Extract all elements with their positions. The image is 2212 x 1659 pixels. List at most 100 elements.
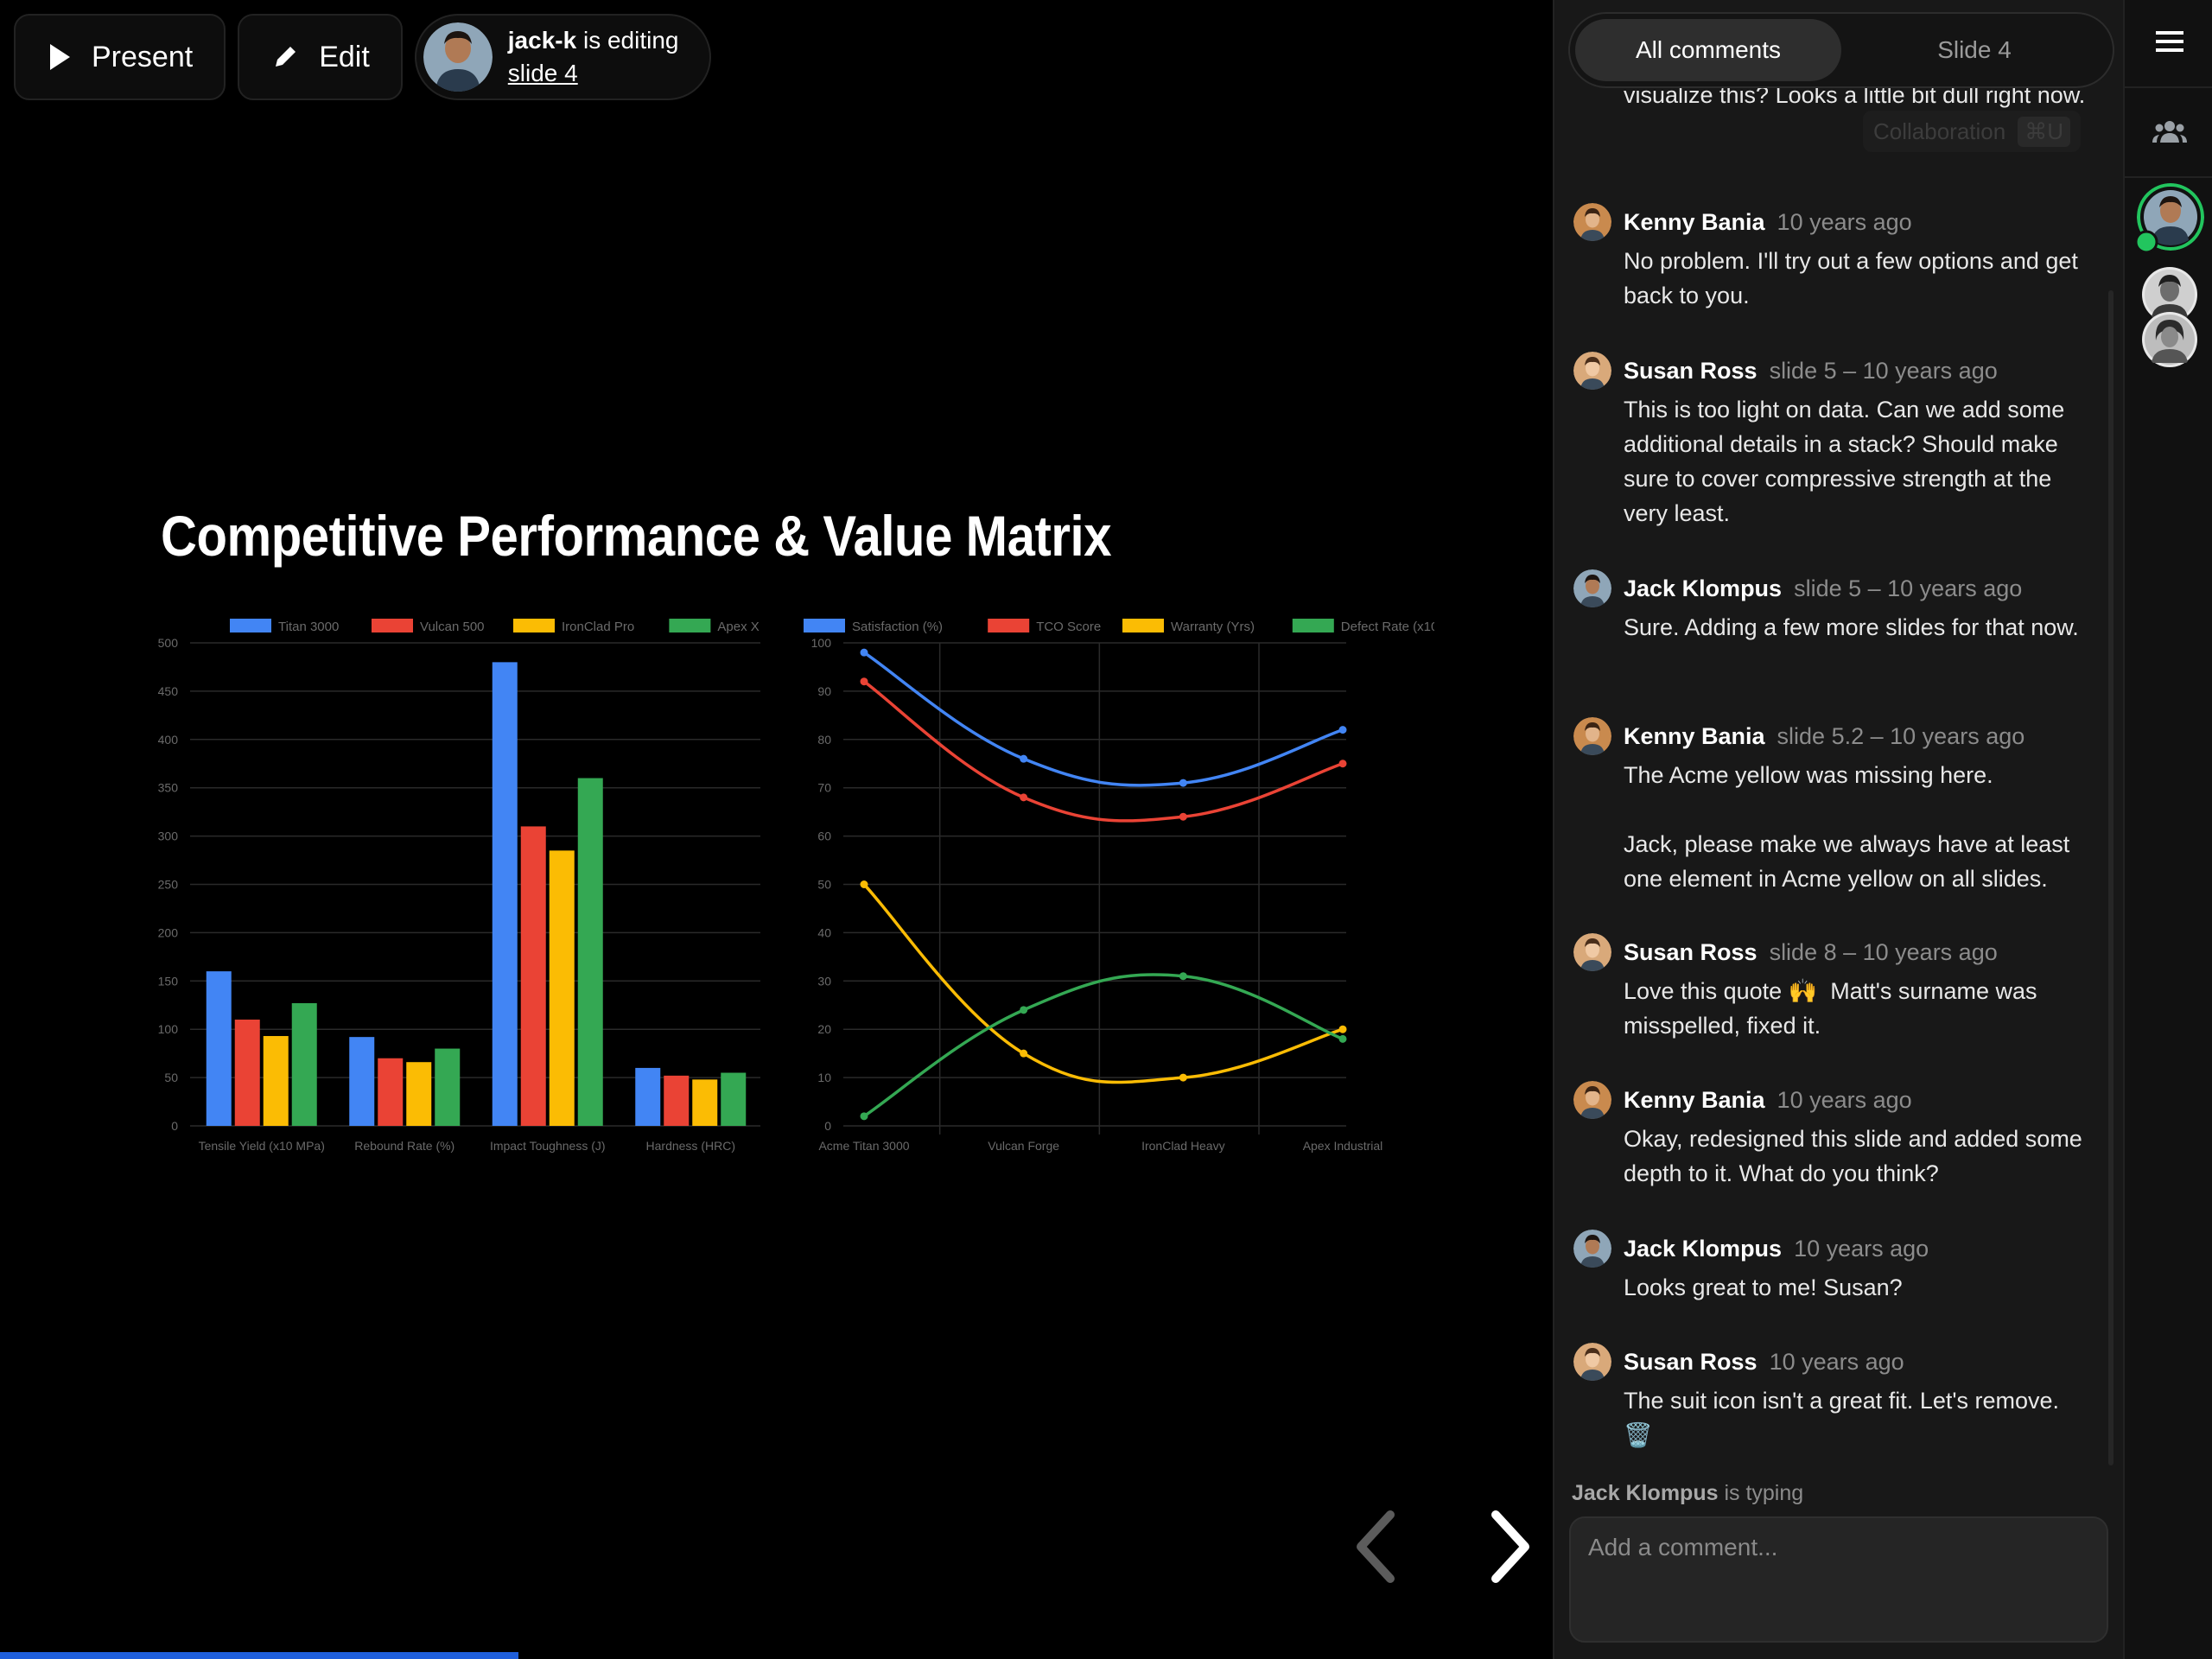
data-point [1338,726,1347,734]
comment-header: Jack Klompus 10 years ago [1573,1227,2092,1270]
comment-meta: 10 years ago [1777,1086,1912,1113]
comments-scrollbar[interactable] [2108,290,2113,1465]
comment-author[interactable]: Kenny Bania [1624,209,1765,236]
chevron-right-icon [1491,1510,1529,1583]
legend-swatch [804,619,845,632]
data-point [1020,754,1028,763]
data-point [1179,972,1187,981]
avatar [1573,717,1611,755]
x-tick-label: Acme Titan 3000 [818,1139,909,1153]
menu-button[interactable] [2147,19,2192,64]
comment-body: Love this quote 🙌 Matt's surname was mis… [1624,978,2044,1039]
comment-author[interactable]: Susan Ross [1624,1349,1758,1376]
top-toolbar: Present Edit jack-k is editing slide 4 [14,14,712,100]
comment-author[interactable]: Susan Ross [1624,939,1758,966]
pencil-icon [276,47,296,67]
bar [234,1020,260,1126]
legend-swatch [988,619,1030,632]
comment-author[interactable]: Kenny Bania [1624,1087,1765,1114]
y-tick-label: 350 [158,781,179,795]
bar [435,1048,461,1126]
edit-button[interactable]: Edit [238,14,403,100]
bar [549,850,575,1126]
comment-body: Sure. Adding a few more slides for that … [1624,614,2079,640]
bar [263,1036,289,1126]
comment-header: Kenny Bania slide 5.2 – 10 years ago [1573,715,2092,758]
avatar [1573,1343,1611,1381]
presence-indicator[interactable]: jack-k is editing slide 4 [414,14,712,100]
presence-user: jack-k [507,27,577,54]
comment-list[interactable]: Kenny, can you come up with a good way t… [1554,52,2107,1452]
shortcut-key: ⌘U [2018,116,2070,147]
y-tick-label: 100 [811,636,832,650]
y-tick-label: 50 [817,878,831,892]
comment-author[interactable]: Jack Klompus [1624,1236,1782,1262]
y-tick-label: 200 [158,925,179,939]
y-tick-label: 90 [817,684,831,698]
y-tick-label: 500 [158,636,179,650]
y-tick-label: 0 [824,1119,831,1133]
comment-header: Susan Ross 10 years ago [1573,1340,2092,1383]
comment-meta: slide 5.2 – 10 years ago [1777,722,2025,749]
presence-text: jack-k is editing slide 4 [508,24,679,90]
comment-item: Jack Klompus 10 years ago Looks great to m… [1573,1227,2092,1305]
presence-slide-link[interactable]: slide 4 [508,60,578,86]
x-tick-label: IronClad Heavy [1141,1139,1225,1153]
series-line [862,883,1344,1084]
data-point [860,648,868,657]
y-tick-label: 400 [158,733,179,747]
data-point [1338,1025,1347,1033]
comment-body: This is too light on data. Can we add so… [1624,397,2071,526]
comment-meta: slide 5 – 10 years ago [1769,357,1998,384]
line-chart: Satisfaction (%) TCO Score Warranty (Yrs) D… [804,619,1434,1153]
bar [349,1037,375,1126]
comment-header: Susan Ross slide 5 – 10 years ago [1573,349,2092,392]
comment-author[interactable]: Jack Klompus [1624,575,1782,602]
tab-all-comments[interactable]: All comments [1575,19,1841,81]
prev-slide-button[interactable] [1338,1503,1415,1590]
y-tick-label: 250 [158,878,179,892]
comment-body: Looks great to me! Susan? [1624,1274,1903,1300]
comment-header: Jack Klompus slide 5 – 10 years ago [1573,567,2092,610]
comment-item: Susan Ross slide 5 – 10 years ago This is … [1573,349,2092,531]
legend-swatch [669,619,711,632]
tab-slide-4[interactable]: Slide 4 [1841,19,2107,81]
chevron-left-icon [1357,1510,1395,1583]
bar-chart: Titan 3000 Vulcan 500 IronClad Pro Apex X 0 5… [158,619,760,1153]
present-button[interactable]: Present [14,14,226,100]
comment-author[interactable]: Susan Ross [1624,358,1758,385]
legend-swatch [230,619,271,632]
data-point [860,677,868,686]
bar [378,1058,404,1126]
comment-item: Susan Ross slide 8 – 10 years ago Love thi… [1573,931,2092,1043]
comment-tabs: All comments Slide 4 [1568,12,2114,88]
x-tick-label: Hardness (HRC) [646,1139,735,1153]
legend-swatch [372,619,413,632]
avatar[interactable] [2141,311,2198,368]
slide-title: Competitive Performance & Value Matrix [161,504,1112,568]
comment-author[interactable]: Kenny Bania [1624,723,1765,750]
collaboration-shortcut-hint: Collaboration ⌘U [1863,111,2081,152]
data-point [860,880,868,888]
bar [635,1067,661,1126]
shortcut-label: Collaboration [1873,118,2006,144]
presence-action: is editing [576,27,679,54]
y-tick-label: 30 [817,974,831,988]
comment-meta: slide 5 – 10 years ago [1794,575,2023,601]
x-tick-label: Impact Toughness (J) [490,1139,606,1153]
next-slide-button[interactable] [1471,1503,1548,1590]
play-icon [50,44,70,70]
comment-meta: 10 years ago [1777,208,1912,235]
comment-meta: slide 8 – 10 years ago [1769,938,1998,965]
collaboration-button[interactable] [2147,109,2192,154]
comment-meta: 10 years ago [1794,1235,1929,1262]
y-tick-label: 150 [158,974,179,988]
bar [492,662,518,1126]
avatar [1573,1230,1611,1268]
avatar [1573,203,1611,241]
avatar [1573,352,1611,390]
typing-user: Jack Klompus [1572,1481,1719,1505]
comment-input[interactable] [1569,1516,2108,1643]
y-tick-label: 80 [817,733,831,747]
y-tick-label: 450 [158,684,179,698]
